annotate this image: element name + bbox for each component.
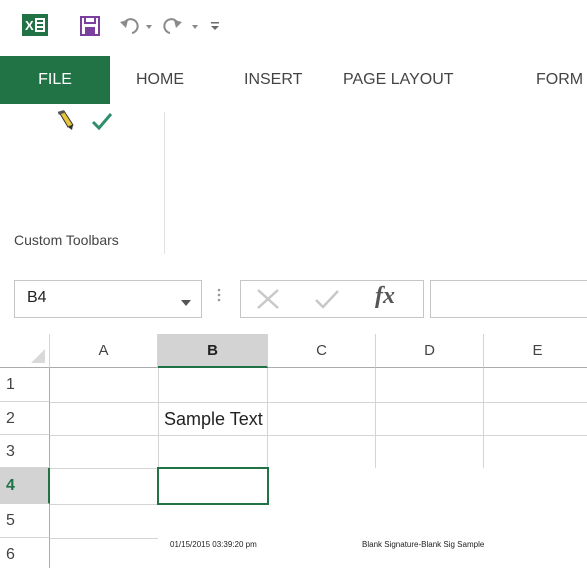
column-header-c[interactable]: C (268, 334, 376, 368)
column-header-a[interactable]: A (50, 334, 158, 368)
tab-formulas[interactable]: FORM (536, 56, 583, 104)
row-header-2[interactable]: 2 (0, 402, 50, 435)
customize-qat-icon[interactable] (208, 14, 226, 38)
formula-bar-splitter-icon[interactable] (216, 284, 222, 311)
svg-text:X: X (25, 18, 34, 33)
signature-text: Blank Signature-Blank Sig Sample (362, 540, 485, 549)
column-header-b[interactable]: B (158, 334, 268, 368)
ribbon-tabs: FILE HOME INSERT PAGE LAYOUT FORM (0, 56, 587, 104)
cancel-icon[interactable] (255, 287, 281, 316)
row-header-1[interactable]: 1 (0, 368, 50, 402)
column-header-d[interactable]: D (376, 334, 484, 368)
tab-file[interactable]: FILE (0, 56, 110, 104)
undo-icon[interactable] (120, 14, 156, 38)
row-header-6[interactable]: 6 (0, 538, 50, 568)
ribbon-group-label: Custom Toolbars (14, 232, 119, 248)
formula-buttons: fx (240, 280, 424, 318)
formula-bar: B4 fx (0, 254, 587, 334)
active-cell-b4[interactable] (157, 467, 269, 505)
redo-icon[interactable] (162, 14, 202, 38)
enter-check-icon[interactable] (313, 287, 341, 316)
checkmark-icon[interactable] (90, 110, 114, 137)
name-box[interactable]: B4 (14, 280, 202, 318)
tab-page-layout[interactable]: PAGE LAYOUT (343, 56, 454, 104)
formula-input[interactable] (430, 280, 587, 318)
pencil-icon[interactable] (56, 110, 76, 137)
tab-insert[interactable]: INSERT (244, 56, 302, 104)
quick-access-toolbar: X (0, 0, 587, 56)
signature-date: 01/15/2015 03:39:20 pm (170, 540, 257, 549)
cell-b2[interactable]: Sample Text (164, 409, 263, 430)
ribbon-panel: Custom Toolbars (0, 104, 587, 255)
insert-function-icon[interactable]: fx (375, 283, 395, 310)
name-box-value: B4 (27, 289, 47, 306)
row-header-3[interactable]: 3 (0, 435, 50, 468)
column-header-e[interactable]: E (484, 334, 587, 368)
tab-home[interactable]: HOME (136, 56, 184, 104)
excel-logo-icon[interactable]: X (22, 14, 48, 36)
worksheet-grid: A B C D E 1 2 3 4 5 6 Sample Text 01/15/… (0, 334, 587, 568)
select-all-button[interactable] (0, 334, 50, 368)
row-header-4[interactable]: 4 (0, 468, 50, 504)
chevron-down-icon[interactable] (181, 295, 191, 313)
save-icon[interactable] (80, 14, 102, 38)
row-header-5[interactable]: 5 (0, 504, 50, 538)
group-separator (164, 112, 165, 254)
